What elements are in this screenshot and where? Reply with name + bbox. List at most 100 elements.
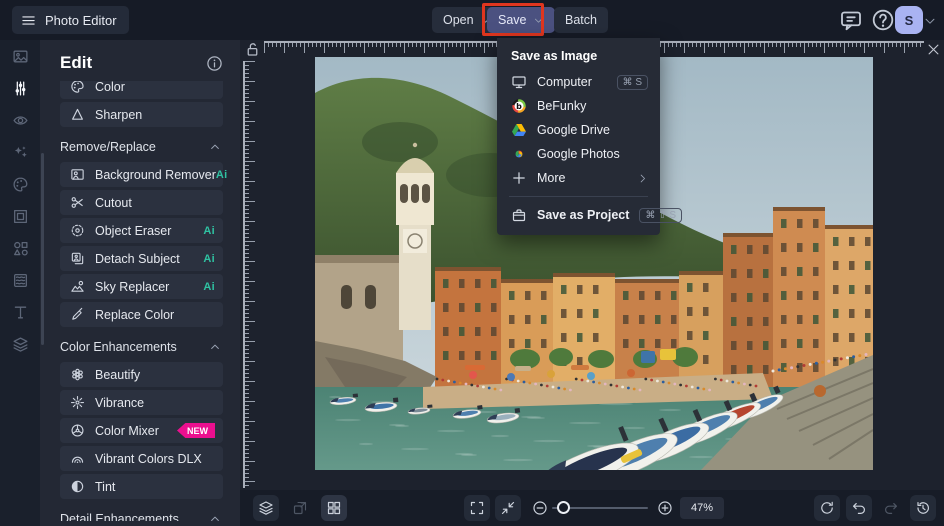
app-menu-button[interactable]: Photo Editor — [12, 6, 129, 34]
tool-vibrant-colors-dlx[interactable]: Vibrant Colors DLX — [60, 446, 223, 471]
tool-label: Cutout — [95, 196, 132, 210]
tool-label: Color Mixer — [95, 424, 159, 438]
sidebar-item-artsy[interactable] — [0, 168, 40, 200]
zoom-in-button[interactable] — [652, 495, 678, 521]
color-mixer-icon — [70, 423, 85, 438]
vibrance-icon — [70, 395, 85, 410]
tool-color-mixer[interactable]: Color MixerNEW — [60, 418, 223, 443]
eye-icon — [12, 112, 29, 129]
fullscreen-button[interactable] — [464, 495, 490, 521]
bg-remover-icon — [70, 167, 85, 182]
zoom-slider[interactable] — [552, 507, 648, 509]
briefcase-icon — [511, 207, 527, 223]
shortcut-badge: ⌘ ⇧ S — [639, 208, 682, 223]
section-label: Color Enhancements — [60, 340, 177, 354]
panel-scrollbar[interactable] — [41, 153, 44, 345]
sharpen-icon — [70, 107, 85, 122]
google-drive-icon — [511, 122, 527, 138]
sky-replacer-icon — [70, 279, 85, 294]
chevron-down-icon — [533, 15, 544, 26]
chevron-up-icon — [209, 513, 221, 521]
help-icon[interactable] — [871, 8, 895, 32]
section-header-color-enhancements[interactable]: Color Enhancements — [60, 340, 221, 354]
beautify-icon — [70, 367, 85, 382]
tool-sky-replacer[interactable]: Sky ReplacerAi — [60, 274, 223, 299]
tool-sharpen[interactable]: Sharpen — [60, 102, 223, 127]
sidebar-item-layers[interactable] — [0, 328, 40, 360]
resize-button[interactable] — [287, 495, 313, 521]
tool-beautify[interactable]: Beautify — [60, 362, 223, 387]
zoom-slider-knob[interactable] — [557, 501, 570, 514]
zoom-percentage[interactable]: 47% — [680, 497, 724, 519]
tool-label: Sharpen — [95, 108, 142, 122]
undo-button[interactable] — [846, 495, 872, 521]
tool-label: Object Eraser — [95, 224, 171, 238]
tool-label: Beautify — [95, 368, 140, 382]
grid-view-button[interactable] — [321, 495, 347, 521]
sidebar-item-touch-up[interactable] — [0, 104, 40, 136]
save-menu-header: Save as Image — [497, 47, 660, 70]
sidebar-item-textures[interactable] — [0, 264, 40, 296]
history-button[interactable] — [910, 495, 936, 521]
svg-text:b: b — [516, 102, 522, 111]
ai-badge: Ai — [216, 169, 228, 181]
menu-item-save-as-project[interactable]: Save as Project⌘ ⇧ S — [497, 203, 660, 227]
tool-label: Replace Color — [95, 308, 174, 322]
ruler-lock-icon[interactable] — [243, 41, 262, 58]
tool-label: Color — [95, 81, 125, 94]
tool-replace-color[interactable]: Replace Color — [60, 302, 223, 327]
info-icon[interactable] — [206, 55, 223, 72]
sidebar-item-text[interactable] — [0, 296, 40, 328]
save-button[interactable]: Save — [487, 7, 555, 33]
tool-background-remover[interactable]: Background RemoverAi — [60, 162, 223, 187]
layers-button[interactable] — [253, 495, 279, 521]
save-dropdown-menu: Save as ImageComputer⌘ SbBeFunkyGoogle D… — [497, 38, 660, 235]
sidebar-item-effects[interactable] — [0, 136, 40, 168]
palette-icon — [12, 176, 29, 193]
section-header-remove-replace[interactable]: Remove/Replace — [60, 140, 221, 154]
sidebar-item-graphics[interactable] — [0, 232, 40, 264]
tool-detach-subject[interactable]: Detach SubjectAi — [60, 246, 223, 271]
avatar[interactable]: S — [895, 6, 923, 34]
batch-button[interactable]: Batch — [554, 7, 608, 33]
menu-item-more[interactable]: More — [497, 166, 660, 190]
menu-divider — [509, 196, 648, 197]
menu-item-google-drive[interactable]: Google Drive — [497, 118, 660, 142]
tool-tint[interactable]: Tint — [60, 474, 223, 499]
feedback-chat-icon[interactable] — [839, 8, 863, 32]
close-rulers-icon[interactable] — [926, 42, 941, 57]
edit-panel: Edit Color Sharpen Remove/Replace Backgroun… — [40, 40, 240, 526]
tool-label: Detach Subject — [95, 252, 180, 266]
panel-title: Edit — [60, 53, 92, 73]
vibrant-dlx-icon — [70, 451, 85, 466]
redo-button[interactable] — [878, 495, 904, 521]
sliders-icon — [12, 80, 29, 97]
sidebar-item-image-manager[interactable] — [0, 40, 40, 72]
computer-icon — [511, 74, 527, 90]
chevron-right-icon — [637, 173, 648, 184]
tool-color[interactable]: Color — [60, 81, 223, 99]
chevron-up-icon — [209, 341, 221, 353]
shapes-icon — [12, 240, 29, 257]
section-header-detail-enhancements[interactable]: Detail Enhancements — [60, 512, 221, 521]
menu-item-label: Save as Project — [537, 208, 629, 222]
fit-to-screen-button[interactable] — [495, 495, 521, 521]
zoom-out-button[interactable] — [527, 495, 553, 521]
layers-icon — [12, 336, 29, 353]
befunky-icon: b — [511, 98, 527, 114]
account-chevron-down-icon[interactable] — [923, 14, 937, 28]
sidebar-item-frames[interactable] — [0, 200, 40, 232]
tool-vibrance[interactable]: Vibrance — [60, 390, 223, 415]
sidebar-item-edit[interactable] — [0, 72, 40, 104]
menu-item-google-photos[interactable]: Google Photos — [497, 142, 660, 166]
tool-scroll-area[interactable]: Color Sharpen Remove/Replace Background Rem… — [40, 81, 240, 521]
tool-label: Background Remover — [95, 168, 216, 182]
tool-cutout[interactable]: Cutout — [60, 190, 223, 215]
tool-object-eraser[interactable]: Object EraserAi — [60, 218, 223, 243]
vertical-ruler[interactable] — [243, 61, 258, 488]
reset-button[interactable] — [814, 495, 840, 521]
menu-item-label: Computer — [537, 75, 592, 89]
menu-item-computer[interactable]: Computer⌘ S — [497, 70, 660, 94]
topbar: Photo Editor Open Save Batch S — [0, 0, 944, 40]
menu-item-befunky[interactable]: bBeFunky — [497, 94, 660, 118]
